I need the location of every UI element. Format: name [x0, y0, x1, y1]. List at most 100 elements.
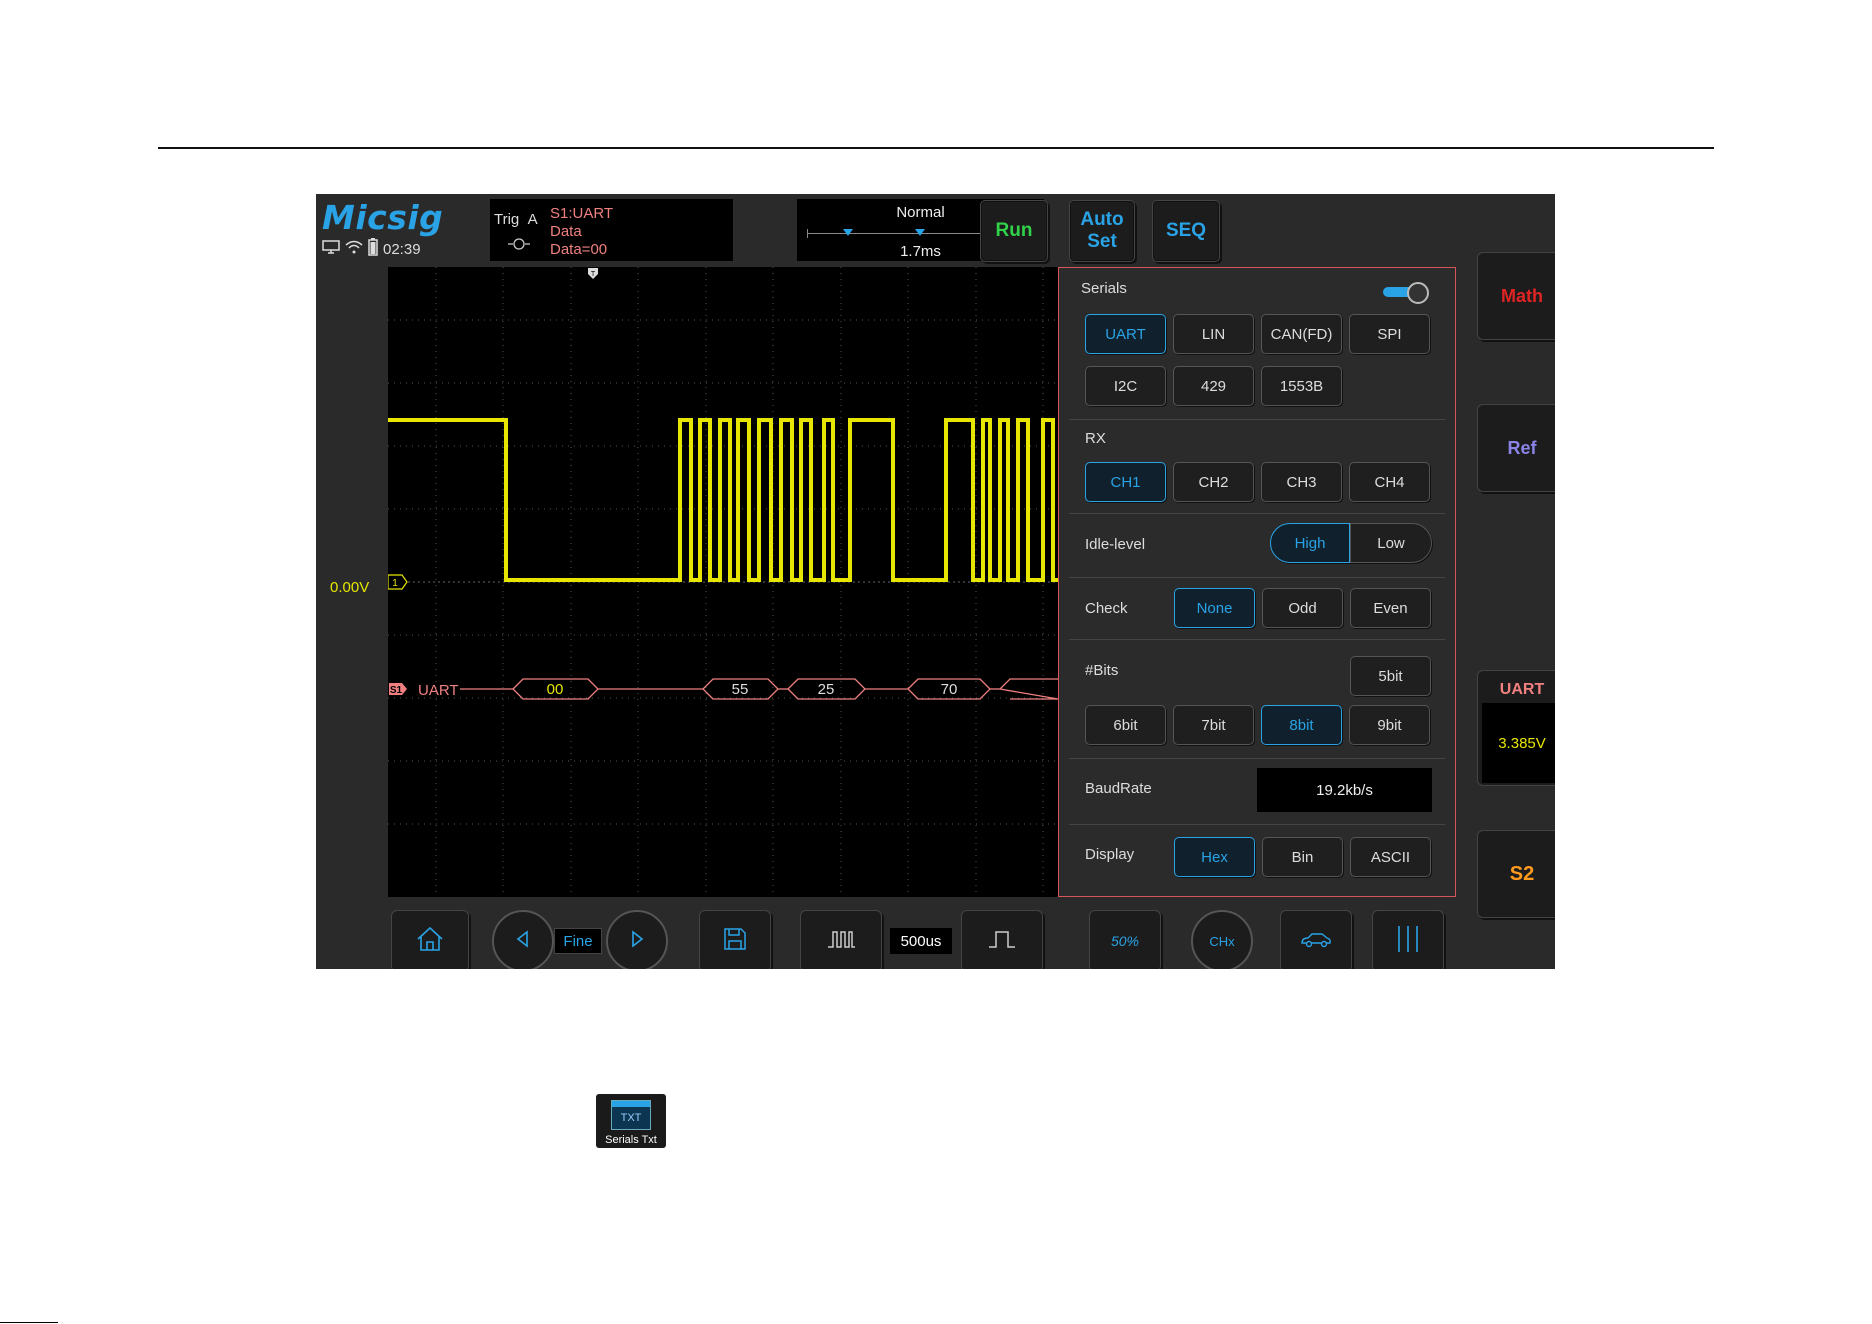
protocol-429-button[interactable]: 429	[1173, 366, 1254, 406]
channel-select-button[interactable]: CHx	[1191, 910, 1253, 969]
idle-high-button[interactable]: High	[1270, 523, 1350, 563]
protocol-1553b-button[interactable]: 1553B	[1261, 366, 1342, 406]
decoded-byte-4: 70	[941, 681, 958, 698]
trigger-line-2: Data	[550, 223, 582, 240]
display-label: Display	[1085, 846, 1135, 863]
wide-pulse-icon	[987, 929, 1017, 954]
s1-marker-label: S1	[390, 685, 403, 696]
run-button[interactable]: Run	[980, 200, 1048, 262]
bits-7-button[interactable]: 7bit	[1173, 705, 1254, 745]
trigger-info[interactable]: Trig A S1:UART Data Data=00	[490, 199, 733, 261]
serials-enable-toggle[interactable]	[1383, 282, 1429, 304]
auto-measure-button[interactable]	[1280, 910, 1352, 969]
trigger-line-3: Data=00	[550, 241, 608, 258]
check-label: Check	[1085, 600, 1128, 617]
narrow-pulse-icon	[826, 929, 856, 954]
auto-set-label-2: Set	[1087, 231, 1117, 252]
timebase-decrease-button[interactable]	[800, 910, 882, 969]
time-per-division: 500us	[890, 928, 952, 954]
math-button[interactable]: Math	[1477, 252, 1555, 340]
serial-bus-label: UART	[418, 682, 459, 699]
uart-threshold-value: 3.385V	[1482, 703, 1555, 783]
view-position-marker	[915, 229, 925, 236]
oscilloscope-screen: Micsig 02:39 Trig A S1:UART Data Data=00…	[316, 194, 1555, 969]
serials-txt-app-icon[interactable]: TXT Serials Txt	[596, 1094, 666, 1148]
rx-ch2-button[interactable]: CH2	[1173, 462, 1254, 502]
waveform-svg: T 1 S1 UART 00 55 25 70	[387, 267, 1059, 897]
seq-button[interactable]: SEQ	[1152, 200, 1220, 262]
waveform-area[interactable]: T 1 S1 UART 00 55 25 70	[387, 267, 1059, 897]
auto-set-button[interactable]: Auto Set	[1069, 200, 1135, 262]
footer-line	[0, 1322, 58, 1323]
home-icon	[415, 925, 445, 958]
s1-marker: S1	[389, 683, 407, 696]
serial-settings-panel: Serials UART LIN CAN(FD) SPI I2C 429 155…	[1058, 267, 1456, 897]
ref-button[interactable]: Ref	[1477, 404, 1555, 492]
serials-title: Serials	[1081, 280, 1127, 297]
bits-8-button[interactable]: 8bit	[1261, 705, 1342, 745]
wifi-icon	[345, 240, 363, 258]
ch1-offset-label: 0.00V	[330, 579, 370, 596]
battery-icon	[368, 238, 378, 260]
cursor-button[interactable]	[1372, 910, 1444, 969]
auto-set-label-1: Auto	[1080, 209, 1124, 230]
cursor-lines-icon	[1393, 924, 1423, 959]
monitor-icon	[322, 240, 340, 258]
ch1-marker: 1	[387, 574, 408, 590]
car-icon	[1299, 930, 1333, 953]
display-hex-button[interactable]: Hex	[1174, 837, 1255, 877]
fine-toggle[interactable]: Fine	[554, 928, 602, 954]
s2-button[interactable]: S2	[1477, 830, 1555, 918]
check-odd-button[interactable]: Odd	[1262, 588, 1343, 628]
idle-low-button[interactable]: Low	[1350, 523, 1432, 563]
uart-channel-button[interactable]: UART 3.385V	[1477, 670, 1555, 786]
bits-5-button[interactable]: 5bit	[1350, 656, 1431, 696]
rx-ch3-button[interactable]: CH3	[1261, 462, 1342, 502]
rx-ch1-button[interactable]: CH1	[1085, 462, 1166, 502]
save-icon	[722, 926, 748, 957]
trigger-edge-icon	[508, 237, 530, 253]
rx-label: RX	[1085, 430, 1106, 447]
uart-channel-title: UART	[1499, 681, 1545, 698]
left-arrow-icon	[514, 929, 532, 953]
trigger-source: A	[527, 211, 538, 228]
trigger-position-marker	[843, 229, 853, 236]
protocol-spi-button[interactable]: SPI	[1349, 314, 1430, 354]
protocol-uart-button[interactable]: UART	[1085, 314, 1166, 354]
status-bar: 02:39	[322, 238, 421, 260]
display-ascii-button[interactable]: ASCII	[1350, 837, 1431, 877]
scroll-right-button[interactable]	[606, 910, 668, 969]
decoded-byte-1: 00	[547, 681, 564, 698]
decoded-byte-3: 25	[818, 681, 835, 698]
idle-level-label: Idle-level	[1085, 536, 1146, 553]
check-none-button[interactable]: None	[1174, 588, 1255, 628]
check-even-button[interactable]: Even	[1350, 588, 1431, 628]
ch1-marker-label: 1	[392, 578, 398, 589]
decoded-byte-2: 55	[732, 681, 749, 698]
txt-icon: TXT	[620, 1112, 642, 1124]
trigger-line-1: S1:UART	[550, 205, 614, 222]
bits-6-button[interactable]: 6bit	[1085, 705, 1166, 745]
clock: 02:39	[383, 240, 421, 258]
home-button[interactable]	[391, 910, 469, 969]
save-button[interactable]	[699, 910, 771, 969]
bits-9-button[interactable]: 9bit	[1349, 705, 1430, 745]
svg-text:T: T	[591, 271, 596, 278]
protocol-i2c-button[interactable]: I2C	[1085, 366, 1166, 406]
micsig-logo: Micsig	[322, 198, 444, 237]
baudrate-field[interactable]: 19.2kb/s	[1257, 768, 1432, 812]
right-arrow-icon	[628, 929, 646, 953]
rx-ch4-button[interactable]: CH4	[1349, 462, 1430, 502]
display-bin-button[interactable]: Bin	[1262, 837, 1343, 877]
scroll-left-button[interactable]	[492, 910, 554, 969]
protocol-can-button[interactable]: CAN(FD)	[1261, 314, 1342, 354]
app-icon-caption: Serials Txt	[605, 1134, 657, 1146]
bits-label: #Bits	[1085, 662, 1119, 679]
ch1-trace	[388, 418, 1058, 582]
baudrate-label: BaudRate	[1085, 780, 1152, 797]
protocol-lin-button[interactable]: LIN	[1173, 314, 1254, 354]
trigger-50-percent-button[interactable]: 50%	[1089, 910, 1161, 969]
trigger-label: Trig	[494, 211, 520, 228]
trigger-time-marker: T	[588, 268, 598, 279]
timebase-increase-button[interactable]	[961, 910, 1043, 969]
